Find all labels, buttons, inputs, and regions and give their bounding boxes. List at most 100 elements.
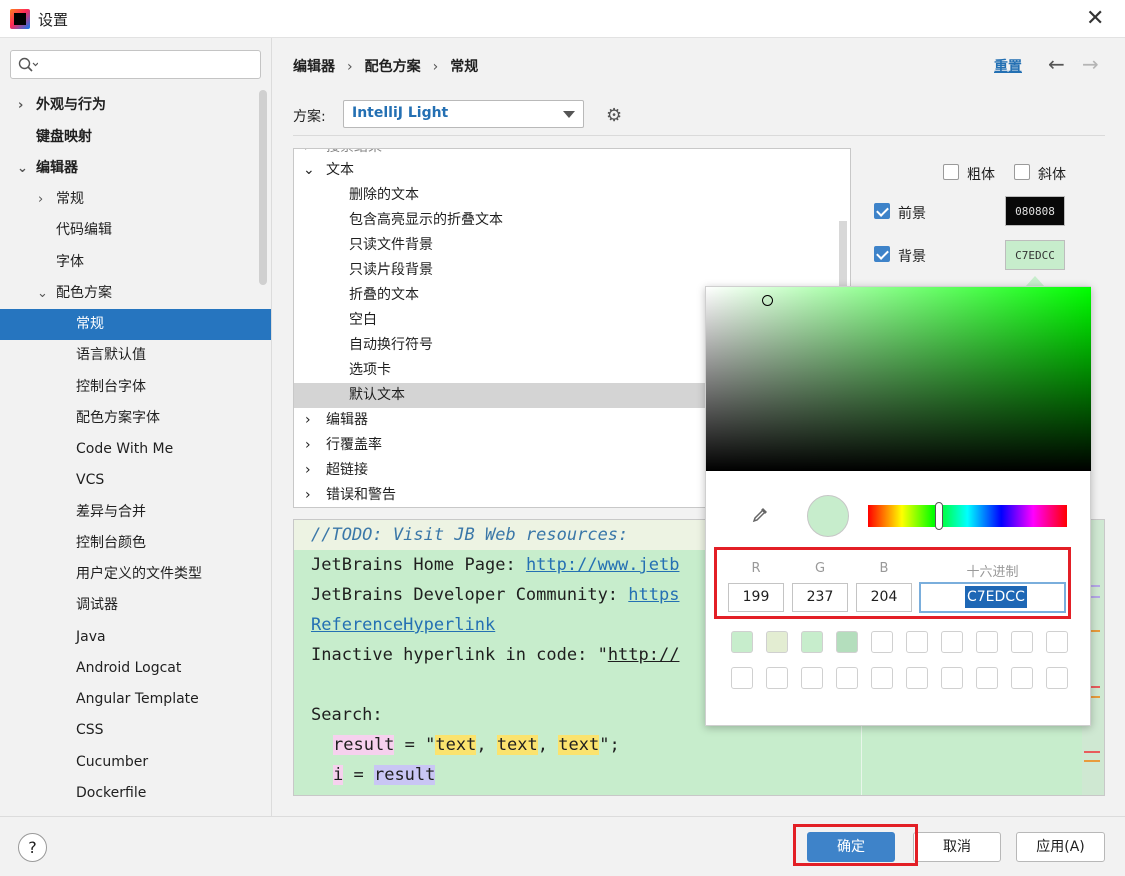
tree-item[interactable]: 只读文件背景 xyxy=(294,233,850,258)
stripe-mark[interactable] xyxy=(1084,751,1100,753)
sidebar-item-appearance[interactable]: › 外观与行为 xyxy=(0,90,271,121)
empty-color-swatch[interactable] xyxy=(1046,667,1068,689)
sidebar-item-dockerfile[interactable]: Dockerfile xyxy=(0,778,271,809)
preview-todo: //TODO: Visit JB Web resources: xyxy=(311,525,629,545)
breadcrumb: 编辑器 › 配色方案 › 常规 xyxy=(293,59,479,75)
cancel-button[interactable]: 取消 xyxy=(913,832,1001,862)
tree-item[interactable]: 包含高亮显示的折叠文本 xyxy=(294,208,850,233)
hue-slider[interactable] xyxy=(868,505,1067,527)
chevron-right-icon: › xyxy=(305,487,311,503)
sidebar-item-debugger[interactable]: 调试器 xyxy=(0,590,271,621)
chevron-down-icon: ⌄ xyxy=(17,161,28,176)
empty-color-swatch[interactable] xyxy=(871,631,893,653)
sidebar-item-language-defaults[interactable]: 语言默认值 xyxy=(0,340,271,371)
divider xyxy=(293,135,1105,136)
window-title: 设置 xyxy=(38,11,69,29)
sidebar-item-user-file-types[interactable]: 用户定义的文件类型 xyxy=(0,559,271,590)
empty-color-swatch[interactable] xyxy=(976,667,998,689)
chevron-down-icon: ⌄ xyxy=(303,162,315,178)
empty-color-swatch[interactable] xyxy=(836,667,858,689)
tree-item[interactable]: 删除的文本 xyxy=(294,183,850,208)
sidebar-item-keymap[interactable]: 键盘映射 xyxy=(0,122,271,153)
bold-checkbox[interactable] xyxy=(943,164,959,180)
hue-slider-handle[interactable] xyxy=(935,502,943,530)
sidebar-item-color-scheme[interactable]: ⌄ 配色方案 xyxy=(0,278,271,309)
dropdown-arrow-icon xyxy=(563,111,575,118)
background-color-swatch[interactable]: C7EDCC xyxy=(1005,240,1065,270)
italic-checkbox[interactable] xyxy=(1014,164,1030,180)
gear-icon[interactable]: ⚙ xyxy=(606,105,622,126)
scheme-select[interactable]: IntelliJ Light xyxy=(343,100,584,128)
sidebar-item-general[interactable]: › 常规 xyxy=(0,184,271,215)
sidebar-item-angular-template[interactable]: Angular Template xyxy=(0,684,271,715)
sidebar-item-java[interactable]: Java xyxy=(0,622,271,653)
tree-item[interactable]: 只读片段背景 xyxy=(294,258,850,283)
highlight-rgb-box xyxy=(714,547,1071,619)
eyedropper-icon[interactable] xyxy=(750,505,770,530)
sidebar-item-cucumber[interactable]: Cucumber xyxy=(0,747,271,778)
sidebar-item-console-font[interactable]: 控制台字体 xyxy=(0,372,271,403)
sidebar-item-code-with-me[interactable]: Code With Me xyxy=(0,434,271,465)
sidebar-item-scheme-font[interactable]: 配色方案字体 xyxy=(0,403,271,434)
sidebar-item-code-editing[interactable]: 代码编辑 xyxy=(0,215,271,246)
chevron-down-icon: ⌄ xyxy=(37,286,48,301)
sidebar-item-editor[interactable]: ⌄ 编辑器 xyxy=(0,153,271,184)
search-input[interactable] xyxy=(10,50,261,79)
recent-color-swatch[interactable] xyxy=(731,631,753,653)
title-bar: 设置 ✕ xyxy=(0,0,1125,38)
preview-inactive-line: Inactive hyperlink in code: "http:// xyxy=(311,645,680,665)
sidebar-item-css[interactable]: CSS xyxy=(0,715,271,746)
foreground-label: 前景 xyxy=(898,206,926,222)
chevron-right-icon: › xyxy=(38,192,44,207)
help-button[interactable]: ? xyxy=(18,833,47,862)
stripe-mark[interactable] xyxy=(1084,760,1100,762)
saturation-value-area[interactable] xyxy=(706,287,1091,471)
empty-color-swatch[interactable] xyxy=(941,667,963,689)
scheme-label: 方案: xyxy=(293,109,326,125)
empty-color-swatch[interactable] xyxy=(941,631,963,653)
empty-color-swatch[interactable] xyxy=(801,667,823,689)
recent-color-swatch[interactable] xyxy=(801,631,823,653)
bold-label: 粗体 xyxy=(967,167,995,183)
empty-color-swatch[interactable] xyxy=(906,667,928,689)
preview-result-line: result = "text, text, text"; xyxy=(333,735,620,755)
sidebar-item-vcs[interactable]: VCS xyxy=(0,465,271,496)
tree-group-text[interactable]: ⌄ 文本 xyxy=(294,158,850,183)
background-checkbox[interactable] xyxy=(874,246,890,262)
preview-ref-line: ReferenceHyperlink xyxy=(311,615,496,635)
empty-color-swatch[interactable] xyxy=(731,667,753,689)
search-icon xyxy=(18,57,38,72)
chevron-right-icon: › xyxy=(305,412,311,428)
preview-dev-line: JetBrains Developer Community: https xyxy=(311,585,680,605)
eyedropper-glyph xyxy=(752,508,767,523)
current-color-preview xyxy=(807,495,849,537)
forward-arrow-icon[interactable]: → xyxy=(1082,52,1099,76)
apply-button[interactable]: 应用(A) xyxy=(1016,832,1105,862)
back-arrow-icon[interactable]: ← xyxy=(1048,52,1065,76)
empty-color-swatch[interactable] xyxy=(766,667,788,689)
sidebar-item-console-colors[interactable]: 控制台颜色 xyxy=(0,528,271,559)
chevron-right-icon: › xyxy=(305,462,311,478)
chevron-right-icon: › xyxy=(305,437,311,453)
empty-color-swatch[interactable] xyxy=(871,667,893,689)
foreground-checkbox[interactable] xyxy=(874,203,890,219)
recent-color-swatch[interactable] xyxy=(836,631,858,653)
chevron-right-icon: › xyxy=(18,98,24,113)
empty-color-swatch[interactable] xyxy=(976,631,998,653)
sidebar-item-font[interactable]: 字体 xyxy=(0,247,271,278)
dialog-footer: ? 确定 取消 应用(A) xyxy=(0,816,1125,876)
empty-color-swatch[interactable] xyxy=(1011,631,1033,653)
foreground-color-swatch[interactable]: 080808 xyxy=(1005,196,1065,226)
app-logo-icon xyxy=(10,9,30,29)
sidebar-item-diff-merge[interactable]: 差异与合并 xyxy=(0,497,271,528)
italic-label: 斜体 xyxy=(1038,167,1066,183)
empty-color-swatch[interactable] xyxy=(906,631,928,653)
sidebar-item-android-logcat[interactable]: Android Logcat xyxy=(0,653,271,684)
reset-link[interactable]: 重置 xyxy=(994,56,1022,76)
close-icon[interactable]: ✕ xyxy=(1086,6,1104,31)
recent-color-swatch[interactable] xyxy=(766,631,788,653)
empty-color-swatch[interactable] xyxy=(1011,667,1033,689)
sidebar-item-color-scheme-general[interactable]: 常规 xyxy=(0,309,271,340)
empty-color-swatch[interactable] xyxy=(1046,631,1068,653)
sv-handle[interactable] xyxy=(762,295,773,306)
